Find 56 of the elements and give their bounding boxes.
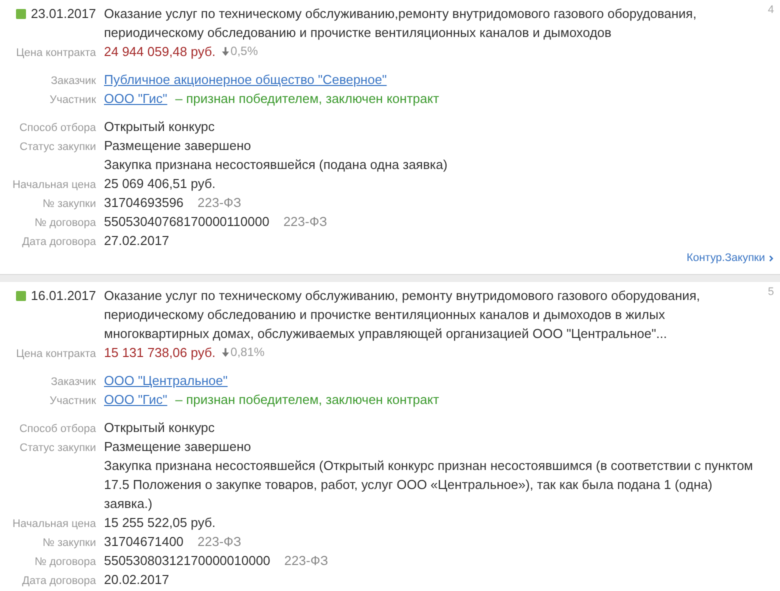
field-label: Заказчик (50, 376, 96, 388)
field-label: Способ отбора (19, 122, 96, 134)
field-value: Открытый конкурс (104, 419, 215, 437)
field-label: Дата договора (22, 236, 96, 248)
field-value: 55053040768170000110000 (104, 213, 270, 231)
field-label: № договора (34, 556, 96, 568)
field-value: 25 069 406,51 руб. (104, 175, 216, 193)
field-label: Начальная цена (12, 518, 96, 530)
field-label: Заказчик (50, 75, 96, 87)
down-arrow-icon (222, 348, 229, 357)
field-label: Статус закупки (20, 442, 96, 454)
field-value: 31704693596 (104, 194, 184, 212)
field-label: Дата договора (22, 575, 96, 587)
law-label: 223-ФЗ (198, 194, 242, 212)
contract-price: 24 944 059,48 руб. (104, 43, 216, 61)
field-value: 55053080312170000010000 (104, 552, 270, 570)
card-title: Оказание услуг по техническому обслуживанию,ремонту внутридомового газового оборудования, периодическому обследованию и прочистке вентиляционных каналов и дымоходов (104, 5, 698, 42)
field-value: 31704671400 (104, 533, 184, 551)
law-label: 223-ФЗ (198, 533, 242, 551)
field-label: № закупки (42, 537, 96, 549)
price-change: 0,5% (230, 43, 258, 60)
field-value: 15 255 522,05 руб. (104, 514, 216, 532)
participant-link[interactable]: ООО "Гис" (104, 89, 168, 108)
field-label: № закупки (42, 198, 96, 210)
field-label: Цена контракта (16, 348, 96, 360)
source-link[interactable]: Контур.Закупки (686, 249, 774, 268)
chevron-right-icon (769, 255, 774, 262)
contract-price: 15 131 738,06 руб. (104, 344, 216, 362)
field-value: Размещение завершено (104, 137, 251, 155)
field-label: Статус закупки (20, 141, 96, 153)
card-date: 16.01.2017 (30, 287, 96, 305)
field-label: Участник (50, 395, 96, 407)
field-label: Способ отбора (19, 423, 96, 435)
participant-result: – признан победителем, заключен контракт (175, 391, 440, 409)
field-value: Размещение завершено (104, 438, 251, 456)
field-label: Участник (50, 94, 96, 106)
field-value: Открытый конкурс (104, 118, 215, 136)
customer-link[interactable]: Публичное акционерное общество "Северное" (104, 70, 387, 89)
field-value: Закупка признана несостоявшейся (подана одна заявка) (104, 156, 448, 174)
card-number: 5 (768, 285, 774, 300)
participant-result: – признан победителем, заключен контракт (175, 90, 440, 108)
customer-link[interactable]: ООО "Центральное" (104, 371, 228, 390)
field-value: Закупка признана несостоявшейся (Открытый конкурс признан несостоявшимся (в соответствии с пунктом 17.5 Положения о закупке товаров, работ, услуг ООО «Центральное»), так как была подана 1 (одна) заявка.) (104, 457, 754, 513)
law-label: 223-ФЗ (284, 552, 328, 570)
field-label: Начальная цена (12, 179, 96, 191)
field-value: 20.02.2017 (104, 571, 170, 589)
field-label: Цена контракта (16, 47, 96, 59)
participant-link[interactable]: ООО "Гис" (104, 390, 168, 409)
down-arrow-icon (222, 47, 229, 56)
card-number: 4 (768, 3, 774, 18)
field-value: 27.02.2017 (104, 232, 170, 250)
card-date: 23.01.2017 (30, 5, 96, 23)
price-change: 0,81% (230, 344, 265, 361)
card-title: Оказание услуг по техническому обслуживанию, ремонту внутридомового газового оборудования, периодическому обследованию и прочистке вентиляционных каналов и дымоходов в жилых многоквартирных домах, обслуживаемых управляющей организацией ООО "Центральное"... (104, 287, 702, 343)
law-label: 223-ФЗ (283, 213, 328, 231)
field-label: № договора (34, 217, 96, 229)
